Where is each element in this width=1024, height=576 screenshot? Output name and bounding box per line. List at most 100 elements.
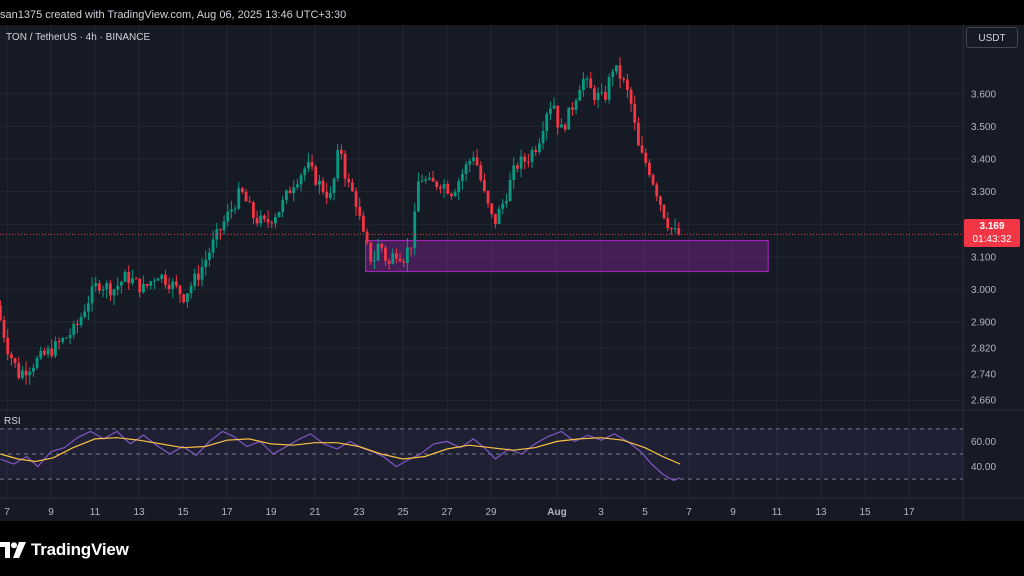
candle-body <box>138 278 142 293</box>
candle-body <box>633 103 637 123</box>
candle-body <box>61 338 65 343</box>
candle-body <box>87 303 90 312</box>
tradingview-logo-icon <box>0 542 26 558</box>
candle-body <box>556 105 560 128</box>
time-tick-label: 9 <box>48 507 54 518</box>
candle-body <box>329 193 332 198</box>
candle-body <box>512 165 516 181</box>
candle-body <box>530 150 534 162</box>
candle-body <box>428 177 431 180</box>
price-tick-label: 3.600 <box>971 89 996 100</box>
candle-body <box>193 273 197 286</box>
candle-body <box>314 166 318 185</box>
candle-body <box>354 191 358 207</box>
candle-body <box>35 358 39 368</box>
candle-body <box>574 100 578 110</box>
candle-body <box>589 78 593 89</box>
support-zones <box>365 239 769 273</box>
tradingview-logo[interactable]: TradingView <box>0 540 129 560</box>
last-price-value: 3.169 <box>979 221 1005 232</box>
candle-body <box>391 253 395 264</box>
time-tick-label: 13 <box>815 507 827 518</box>
time-tick-label: 11 <box>90 507 101 518</box>
candle-body <box>406 247 409 263</box>
time-tick-label: 27 <box>441 507 453 518</box>
currency-button[interactable]: USDT <box>966 27 1018 48</box>
candle-body <box>68 335 72 338</box>
candle-body <box>175 281 178 286</box>
candle-body <box>483 179 486 192</box>
price-tick-label: 2.740 <box>971 370 996 381</box>
candle-body <box>673 228 677 230</box>
candle-body <box>204 259 208 267</box>
time-tick-label: 21 <box>309 507 321 518</box>
candle-body <box>222 221 226 231</box>
footer <box>0 521 1024 576</box>
chart-canvas[interactable]: 3.600 3.500 3.400 3.300 3.100 3.000 2.900 2.820… <box>0 0 1024 576</box>
candle-body <box>237 188 241 209</box>
time-tick-label: 5 <box>642 507 648 518</box>
candle-body <box>0 305 2 320</box>
candle-body <box>153 280 156 282</box>
candles <box>0 57 681 385</box>
candle-body <box>501 203 505 209</box>
candle-body <box>109 283 112 296</box>
candle-body <box>380 243 384 248</box>
candle-body <box>494 213 497 224</box>
candle-body <box>622 78 626 80</box>
symbol-label[interactable]: TON / TetherUS · 4h · BINANCE <box>6 32 150 43</box>
candle-body <box>376 243 380 261</box>
candle-body <box>24 370 28 376</box>
rsi-tick-label: 60.00 <box>971 437 996 448</box>
candle-body <box>248 201 252 203</box>
candle-body <box>28 371 32 376</box>
candle-body <box>453 192 457 197</box>
candle-body <box>567 107 571 130</box>
candle-body <box>149 281 153 286</box>
time-tick-label: 17 <box>903 507 915 518</box>
candle-body <box>519 156 523 169</box>
time-tick-label: Aug <box>547 507 566 518</box>
candle-body <box>395 253 398 259</box>
rsi-tick-label: 40.00 <box>971 462 996 473</box>
candle-body <box>505 200 508 204</box>
price-tick-label: 3.000 <box>971 285 996 296</box>
candle-body <box>259 215 263 224</box>
candle-body <box>534 150 538 153</box>
candle-body <box>523 156 527 162</box>
candle-body <box>241 188 244 192</box>
candle-body <box>442 184 446 189</box>
time-tick-label: 13 <box>133 507 145 518</box>
support-zone <box>365 239 769 273</box>
candle-body <box>677 228 681 235</box>
candle-body <box>281 200 285 212</box>
candle-body <box>637 122 640 146</box>
candle-body <box>549 108 552 114</box>
candle-body <box>83 311 87 318</box>
price-tick-label: 3.400 <box>971 155 996 166</box>
candle-body <box>208 252 211 260</box>
candle-body <box>417 181 420 212</box>
time-tick-label: 9 <box>730 507 736 518</box>
price-tick-label: 3.500 <box>971 122 996 133</box>
candle-body <box>6 337 10 355</box>
candle-body <box>292 187 296 194</box>
candle-body <box>340 149 343 154</box>
rsi-label[interactable]: RSI <box>4 416 21 427</box>
candle-body <box>142 284 145 293</box>
candle-body <box>420 180 424 182</box>
candle-body <box>17 363 21 379</box>
candle-body <box>43 350 46 355</box>
candle-body <box>659 196 662 205</box>
candle-body <box>266 218 270 223</box>
candle-body <box>105 283 109 290</box>
candle-body <box>288 190 292 194</box>
candle-body <box>373 260 376 262</box>
candle-body <box>32 367 35 372</box>
candle-body <box>472 157 475 161</box>
candle-body <box>233 208 237 210</box>
candle-body <box>450 193 453 197</box>
candle-body <box>167 284 171 290</box>
candle-body <box>244 191 248 202</box>
time-tick-label: 11 <box>772 507 783 518</box>
